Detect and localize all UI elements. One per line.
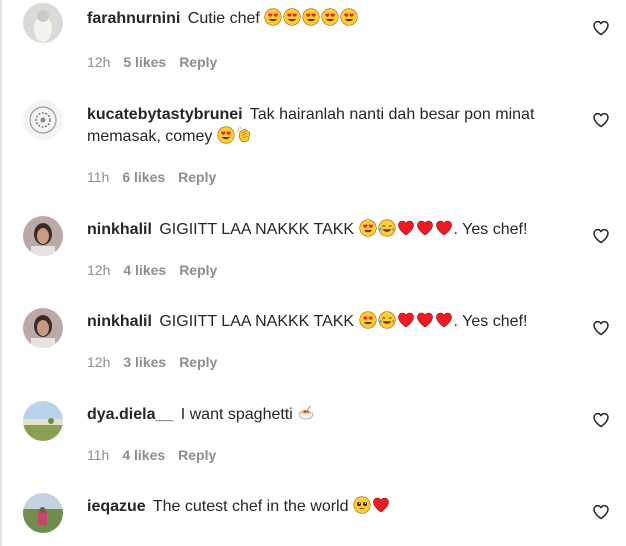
comment-meta: 11h 4 likes Reply: [87, 446, 229, 464]
comment-text: farahnurnini Cutie chef: [87, 8, 577, 30]
comment-body: GIGIITT LAA NAKKK TAKK: [159, 221, 355, 238]
timestamp: 12h: [87, 262, 111, 278]
avatar[interactable]: [23, 401, 63, 441]
emoji-group: [358, 219, 454, 238]
heart-eyes-emoji: [358, 311, 377, 329]
comment-text: ninkhalil GIGIITT LAA NAKKK TAKK . Yes c…: [87, 311, 577, 333]
reply-button[interactable]: Reply: [179, 54, 217, 70]
comment-body: GIGIITT LAA NAKKK TAKK: [159, 313, 355, 330]
clapping-hands-emoji: [236, 126, 254, 144]
username-link[interactable]: ninkhalil: [87, 221, 152, 238]
timestamp: 12h: [87, 354, 111, 370]
red-heart-emoji: [416, 311, 434, 329]
red-heart-emoji: [397, 219, 415, 237]
spaghetti-emoji: [297, 404, 315, 422]
avatar[interactable]: [23, 3, 63, 43]
red-heart-emoji: [372, 496, 390, 514]
emoji-group: [297, 404, 316, 423]
username-link[interactable]: ninkhalil: [87, 313, 152, 330]
comment-text: ninkhalil GIGIITT LAA NAKKK TAKK . Yes c…: [87, 219, 577, 241]
like-heart-icon[interactable]: [592, 227, 610, 245]
heart-eyes-emoji: [321, 8, 339, 26]
comment-text: dya.diela__ I want spaghetti: [87, 404, 577, 426]
heart-eyes-emoji: [264, 8, 282, 26]
timestamp: 11h: [87, 447, 110, 463]
red-heart-emoji: [397, 311, 415, 329]
likes-count[interactable]: 4 likes: [122, 447, 165, 463]
timestamp: 12h: [87, 54, 111, 70]
username-link[interactable]: dya.diela__: [87, 406, 173, 423]
comment-meta: 11h 6 likes Reply: [87, 168, 229, 186]
reply-button[interactable]: Reply: [178, 447, 216, 463]
username-link[interactable]: kucatebytastybrunei: [87, 106, 243, 123]
reply-button[interactable]: Reply: [179, 354, 217, 370]
comment-text: kucatebytastybrunei Tak hairanlah nanti …: [87, 104, 577, 148]
timestamp: 11h: [87, 169, 110, 185]
likes-count[interactable]: 3 likes: [123, 354, 166, 370]
like-heart-icon[interactable]: [592, 411, 610, 429]
avatar[interactable]: [23, 100, 63, 140]
heart-eyes-emoji: [302, 8, 320, 26]
comment-body: The cutest chef in the world: [152, 498, 349, 515]
emoji-group: [264, 8, 359, 27]
avatar[interactable]: [23, 308, 63, 348]
emoji-group: [358, 311, 454, 330]
pleading-face-emoji: [353, 496, 371, 514]
likes-count[interactable]: 6 likes: [122, 169, 165, 185]
heart-eyes-emoji: [358, 219, 377, 237]
comment-text: ieqazue The cutest chef in the world: [87, 496, 577, 518]
emoji-group: [217, 126, 255, 145]
like-heart-icon[interactable]: [592, 111, 610, 129]
like-heart-icon[interactable]: [592, 319, 610, 337]
username-link[interactable]: ieqazue: [87, 498, 146, 515]
reply-button[interactable]: Reply: [179, 262, 217, 278]
left-border: [0, 0, 2, 546]
comment-body: Cutie chef: [187, 10, 260, 27]
like-heart-icon[interactable]: [592, 503, 610, 521]
likes-count[interactable]: 4 likes: [123, 262, 166, 278]
likes-count[interactable]: 5 likes: [123, 54, 166, 70]
red-heart-emoji: [435, 311, 453, 329]
comment-body-end: . Yes chef!: [453, 221, 528, 238]
avatar[interactable]: [23, 216, 63, 256]
comment-meta: 12h 5 likes Reply: [87, 53, 230, 71]
heart-eyes-emoji: [217, 126, 235, 144]
heart-eyes-emoji: [283, 8, 301, 26]
red-heart-emoji: [435, 219, 453, 237]
tears-of-joy-emoji: [377, 219, 396, 237]
tears-of-joy-emoji: [377, 311, 396, 329]
avatar[interactable]: [23, 493, 63, 533]
reply-button[interactable]: Reply: [178, 169, 216, 185]
emoji-group: [353, 496, 391, 515]
comment-body-end: . Yes chef!: [453, 313, 528, 330]
username-link[interactable]: farahnurnini: [87, 10, 180, 27]
like-heart-icon[interactable]: [592, 19, 610, 37]
heart-eyes-emoji: [340, 8, 358, 26]
comment-meta: 12h 4 likes Reply: [87, 261, 230, 279]
comment-body: I want spaghetti: [180, 406, 293, 423]
red-heart-emoji: [416, 219, 434, 237]
comment-meta: 12h 3 likes Reply: [87, 353, 230, 371]
